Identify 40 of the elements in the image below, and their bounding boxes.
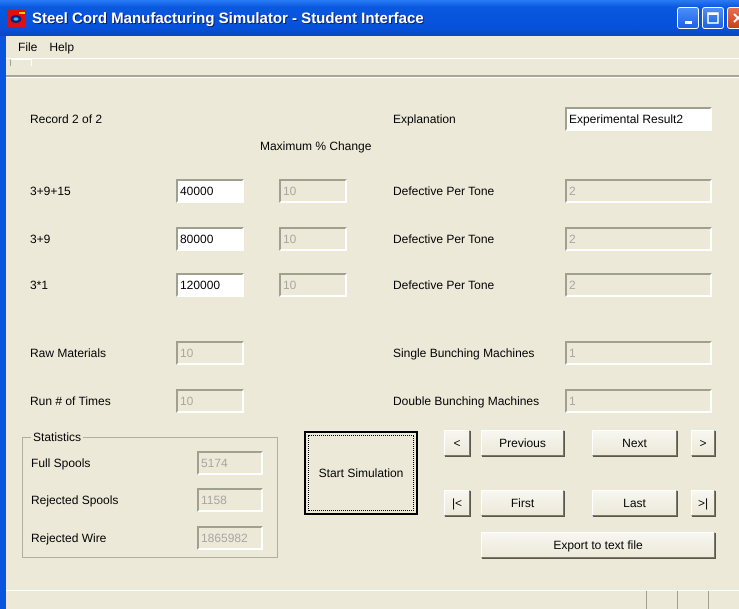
nav-button[interactable]: Next	[592, 430, 677, 456]
nav-button[interactable]: >|	[691, 490, 715, 516]
toolbar-grip[interactable]	[10, 59, 32, 66]
field-label: Explanation	[393, 112, 456, 126]
product-label: 3+9+15	[30, 184, 71, 198]
column-heading: Maximum % Change	[260, 139, 372, 153]
statistic-label: Full Spools	[31, 456, 90, 470]
field-label: Defective Per Tone	[393, 184, 494, 198]
field-label: Double Bunching Machines	[393, 394, 540, 408]
app-icon	[8, 9, 26, 27]
nav-button[interactable]: Previous	[481, 430, 564, 456]
product-label: 3*1	[30, 278, 48, 292]
window-title: Steel Cord Manufacturing Simulator - Student Interface	[32, 10, 425, 26]
quantity-field[interactable]: 40000	[176, 179, 244, 203]
field-label: Run # of Times	[30, 394, 111, 408]
quantity-field[interactable]: 120000	[176, 273, 244, 297]
maximize-icon	[707, 12, 719, 24]
start-simulation-button[interactable]: Start Simulation	[304, 431, 418, 515]
statistic-label: Rejected Spools	[31, 493, 118, 508]
group-title: Statistics	[32, 430, 82, 444]
menu-item[interactable]: File	[12, 40, 44, 54]
field-label: Defective Per Tone	[393, 278, 494, 292]
field-label: Defective Per Tone	[393, 232, 494, 246]
export-button[interactable]: Export to text file	[481, 532, 715, 558]
nav-button[interactable]: First	[481, 490, 564, 516]
product-label: 3+9	[30, 232, 50, 246]
nav-button[interactable]: >	[691, 430, 715, 456]
nav-button[interactable]: <	[444, 430, 470, 456]
statistic-label: Rejected Wire	[31, 531, 106, 546]
field-label: Single Bunching Machines	[393, 346, 534, 360]
menu-item[interactable]: Help	[43, 40, 80, 54]
nav-button[interactable]: |<	[444, 490, 470, 516]
quantity-field[interactable]: 80000	[176, 227, 244, 251]
maximize-button[interactable]	[702, 7, 724, 29]
field-label: Raw Materials	[30, 346, 106, 360]
minimize-button[interactable]	[677, 7, 699, 29]
nav-button[interactable]: Last	[592, 490, 677, 516]
record-label: Record 2 of 2	[30, 112, 102, 126]
explanation-field[interactable]: Experimental Result2	[565, 107, 712, 131]
minimize-icon	[684, 20, 692, 24]
